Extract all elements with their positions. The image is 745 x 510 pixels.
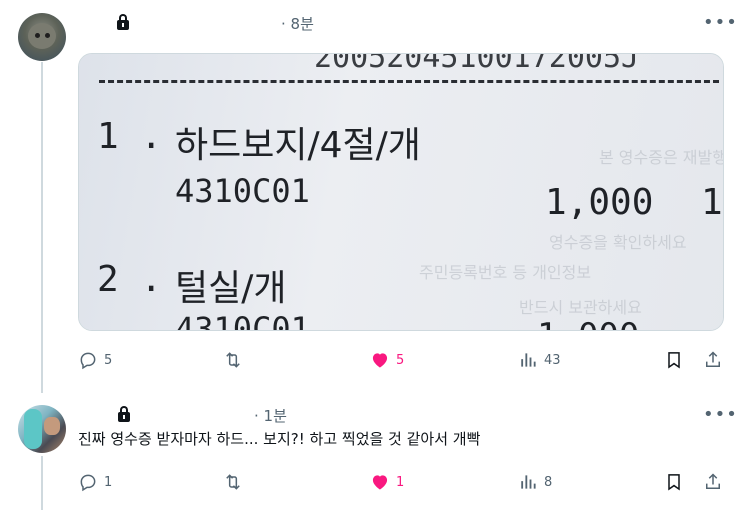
receipt-item2-number: 2 . xyxy=(97,259,163,300)
thread-line xyxy=(41,456,43,510)
tweet-media-image[interactable]: 20052045100172005J 본 영수증은 재발행 대상 영수증을 확인… xyxy=(78,53,724,331)
like-button[interactable]: 1 xyxy=(370,472,404,492)
heart-filled-icon xyxy=(372,353,388,368)
views-button[interactable]: 43 xyxy=(518,350,561,370)
analytics-icon xyxy=(521,475,536,489)
bookmark-icon xyxy=(668,352,680,369)
lock-icon xyxy=(117,406,131,422)
view-count: 8 xyxy=(544,474,553,490)
receipt-item1-price: 1,000 xyxy=(545,182,654,223)
views-button[interactable]: 8 xyxy=(518,472,552,492)
reply-count: 5 xyxy=(104,352,113,368)
receipt-divider xyxy=(99,80,719,83)
receipt-item2-name: 털실/개 xyxy=(175,268,287,309)
receipt-item2-price: 1,000 xyxy=(537,316,639,330)
share-icon xyxy=(706,351,720,367)
reply-button[interactable]: 1 xyxy=(78,472,112,492)
timestamp[interactable]: · 1분 xyxy=(254,405,287,426)
reply-icon xyxy=(80,474,96,492)
reply-icon xyxy=(80,352,96,370)
more-icon[interactable]: ••• xyxy=(703,406,738,424)
analytics-icon xyxy=(521,353,536,367)
share-button[interactable] xyxy=(703,350,723,370)
avatar[interactable] xyxy=(18,13,66,61)
retweet-icon xyxy=(226,352,240,368)
reply-count: 1 xyxy=(104,474,113,490)
heart-filled-icon xyxy=(372,475,388,490)
like-count: 1 xyxy=(396,474,405,490)
lock-icon xyxy=(116,14,130,30)
share-button[interactable] xyxy=(703,472,723,492)
timestamp[interactable]: · 8분 xyxy=(281,13,314,34)
bookmark-button[interactable] xyxy=(664,350,684,370)
retweet-button[interactable] xyxy=(222,472,244,492)
like-button[interactable]: 5 xyxy=(370,350,404,370)
retweet-button[interactable] xyxy=(222,350,244,370)
reply-button[interactable]: 5 xyxy=(78,350,112,370)
share-icon xyxy=(706,473,720,489)
receipt-item2-code: 4310C01 xyxy=(175,310,310,331)
tweet-text: 진짜 영수증 받자마자 하드... 보지?! 하고 찍었을 것 같아서 개빡 xyxy=(78,430,481,448)
retweet-icon xyxy=(226,474,240,490)
bookmark-button[interactable] xyxy=(664,472,684,492)
receipt-item1-code: 4310C01 xyxy=(175,172,310,210)
tweet-header xyxy=(116,12,130,32)
receipt-item1-name: 하드보지/4절/개 xyxy=(175,125,421,166)
bookmark-icon xyxy=(668,474,680,491)
view-count: 43 xyxy=(544,352,561,368)
receipt-item1-qty: 1 xyxy=(701,182,723,223)
tweet-header xyxy=(117,404,131,424)
like-count: 5 xyxy=(396,352,405,368)
thread-line xyxy=(41,62,43,393)
more-icon[interactable]: ••• xyxy=(703,14,738,32)
avatar[interactable] xyxy=(18,405,66,453)
receipt-header-digits: 20052045100172005J xyxy=(314,53,640,75)
receipt-item1-number: 1 . xyxy=(97,116,163,157)
